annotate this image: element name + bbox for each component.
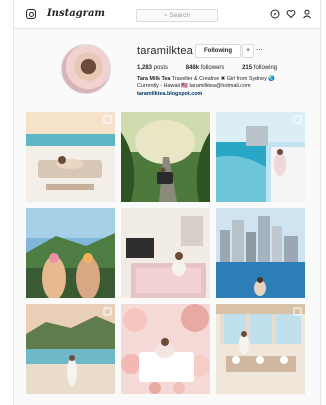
suggested-users-button[interactable]: + — [242, 44, 254, 58]
post-thumbnail[interactable] — [121, 112, 210, 202]
heart-icon[interactable] — [286, 9, 296, 19]
following-label: following — [253, 65, 278, 71]
profile-username: taramilktea — [137, 45, 193, 57]
instagram-glyph-icon[interactable] — [26, 9, 36, 19]
post-thumbnail[interactable] — [26, 112, 115, 202]
person-icon[interactable] — [302, 9, 312, 19]
post-thumbnail[interactable] — [216, 112, 305, 202]
profile-stats: 1,283 posts 848k followers 215 following — [137, 65, 293, 71]
bio-line-2: Currently - Hawaii 🇺🇸 taramilktea@hotmai… — [137, 83, 251, 90]
search-input[interactable]: ⌕ Search — [136, 9, 218, 22]
posts-stat: 1,283 posts — [137, 65, 176, 71]
profile-bio: Tara Milk Tea Traveller & Creative ✖ Gir… — [137, 76, 307, 98]
post-thumbnail[interactable] — [121, 304, 210, 394]
following-button[interactable]: Following — [195, 44, 241, 58]
bio-website-link[interactable]: taramilktea.blogspot.com — [137, 91, 202, 97]
more-options-icon[interactable]: ... — [256, 43, 263, 52]
followers-label: followers — [200, 65, 225, 71]
instagram-profile-window: Instagram ⌕ Search taramilktea Following… — [13, 0, 321, 405]
avatar[interactable] — [61, 44, 111, 94]
following-count: 215 — [242, 65, 253, 71]
post-thumbnail[interactable] — [26, 304, 115, 394]
post-thumbnail[interactable] — [216, 304, 305, 394]
post-thumbnail[interactable] — [26, 208, 115, 298]
followers-stat[interactable]: 848k followers — [186, 65, 233, 71]
posts-label: posts — [153, 65, 169, 71]
compass-icon[interactable] — [270, 9, 280, 19]
followers-count: 848k — [185, 65, 200, 71]
following-stat[interactable]: 215 following — [242, 65, 285, 71]
search-placeholder: Search — [169, 12, 191, 19]
profile-header: taramilktea Following + ... 1,283 posts … — [14, 30, 320, 110]
posts-count: 1,283 — [137, 65, 153, 71]
post-thumbnail[interactable] — [216, 208, 305, 298]
instagram-wordmark[interactable]: Instagram — [47, 8, 105, 19]
top-navigation-bar: Instagram ⌕ Search — [14, 0, 320, 29]
bio-name: Tara Milk Tea — [137, 76, 171, 82]
bio-line-1: Traveller & Creative ✖ Girl from Sydney … — [171, 76, 276, 82]
post-thumbnail[interactable] — [121, 208, 210, 298]
